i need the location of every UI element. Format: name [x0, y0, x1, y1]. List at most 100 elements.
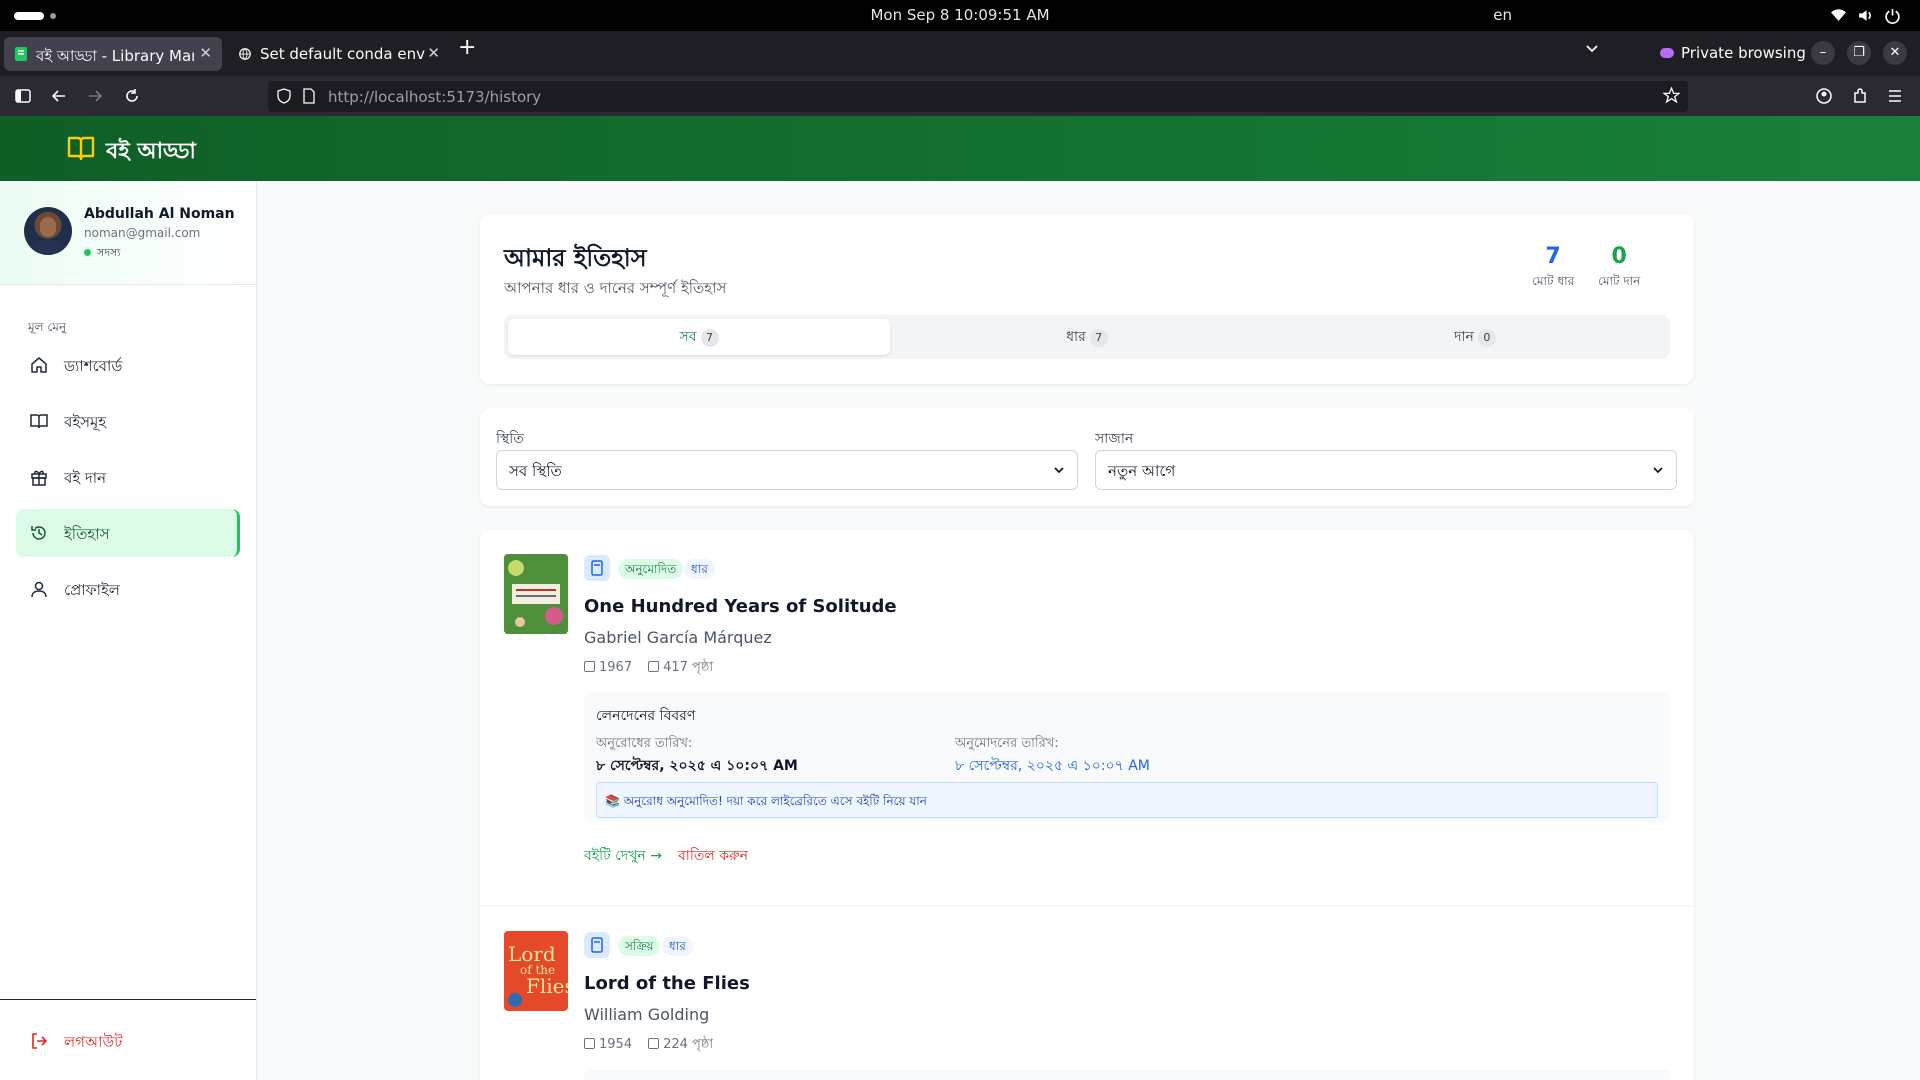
filter-card: স্থিতি সব স্থিতি সাজান নতুন আগে	[480, 408, 1694, 506]
reload-icon[interactable]	[123, 87, 141, 105]
calendar-icon	[584, 661, 595, 672]
history-item: অনুমোদিত ধার One Hundred Years of Solitu…	[480, 530, 1694, 906]
page-title: আমার ইতিহাস	[504, 244, 647, 272]
book-cover[interactable]: Lord of the Flies	[504, 931, 568, 1011]
sort-label: সাজান	[1095, 431, 1134, 447]
back-icon[interactable]	[50, 87, 68, 105]
cancel-button[interactable]: বাতিল করুন	[678, 844, 748, 868]
book-year: 1967	[599, 660, 633, 675]
menu-title: মূল মেনু	[28, 320, 67, 334]
tab-count-badge: 7	[700, 329, 719, 347]
wifi-icon[interactable]	[1830, 7, 1847, 24]
account-icon[interactable]	[1815, 87, 1833, 105]
list-all-tabs-icon[interactable]	[1585, 42, 1599, 56]
url-path: :5173/history	[441, 88, 542, 106]
tab-label: সব	[679, 329, 697, 345]
sidebar-item-history[interactable]: ইতিহাস	[16, 509, 240, 557]
history-tabs: সব 7 ধার 7 দান 0	[504, 315, 1670, 359]
view-book-link[interactable]: বইটি দেখুন →	[584, 844, 662, 868]
home-icon	[31, 357, 47, 373]
history-icon	[31, 526, 46, 540]
restore-icon[interactable]: ❐	[1847, 41, 1871, 65]
new-tab-icon[interactable]: +	[458, 35, 476, 60]
tab-all[interactable]: সব 7	[508, 319, 890, 355]
url-bar[interactable]: http://localhost:5173/history	[268, 81, 1688, 112]
status-filter-select[interactable]: সব স্থিতি	[496, 450, 1078, 490]
online-dot-icon	[84, 249, 91, 256]
user-email: noman@gmail.com	[84, 226, 201, 240]
cover-title-line: Flies	[526, 974, 568, 998]
type-badge: ধার	[684, 559, 715, 579]
power-icon[interactable]	[1884, 7, 1901, 24]
transaction-details: লেনদেনের বিবরণ অনুরোধের তারিখ: ৮ সেপ্টেম…	[584, 692, 1670, 822]
sidebar-item-label: প্রোফাইল	[64, 581, 120, 599]
status-badge: সক্রিয়	[618, 936, 661, 956]
stat-donate-label: মোট দান	[1598, 274, 1641, 288]
page-icon[interactable]	[302, 88, 316, 104]
shield-icon[interactable]	[276, 88, 292, 104]
minimize-icon[interactable]: –	[1811, 41, 1835, 65]
forward-icon[interactable]	[86, 87, 104, 105]
request-date: ৮ সেপ্টেম্বর, ২০২৫ এ ১০:০৭ AM	[596, 758, 798, 774]
tab-count-badge: 0	[1477, 329, 1496, 347]
book-title[interactable]: Lord of the Flies	[584, 973, 750, 994]
sidebar-item-label: বইসমূহ	[64, 413, 107, 431]
sort-select[interactable]: নতুন আগে	[1095, 450, 1677, 490]
book-meta: 1954 224 পৃষ্ঠা	[584, 1035, 713, 1056]
tab-label: দান	[1454, 329, 1474, 345]
stat-borrow-count: 7	[1545, 244, 1561, 269]
sidebar-toggle-icon[interactable]	[14, 87, 32, 105]
cover-title-line: Lord	[508, 942, 556, 966]
book-meta: 1967 417 পৃষ্ঠা	[584, 658, 713, 679]
borrow-type-icon	[584, 555, 610, 581]
book-logo-icon	[67, 136, 95, 161]
os-clock[interactable]: Mon Sep 8 10:09:51 AM	[0, 6, 1920, 24]
approval-note: 📚 অনুরোধ অনুমোদিত! দয়া করে লাইব্রেরিতে …	[596, 782, 1658, 818]
url-host: http://localhost	[328, 88, 442, 106]
borrow-type-icon	[584, 932, 610, 958]
close-tab-icon[interactable]: ✕	[199, 44, 212, 62]
history-header-card: আমার ইতিহাস আপনার ধার ও দানের সম্পূর্ণ ই…	[480, 214, 1694, 384]
sidebar-item-books[interactable]: বইসমূহ	[16, 397, 240, 445]
book-cover[interactable]	[504, 554, 568, 634]
tab-title: Set default conda env	[260, 45, 425, 63]
private-mask-icon	[1660, 48, 1674, 58]
tab-count-badge: 7	[1089, 329, 1108, 347]
menu-icon[interactable]	[1886, 87, 1904, 105]
cover-art-icon	[504, 554, 568, 634]
history-item: Lord of the Flies সক্রিয় ধার Lord of th…	[480, 906, 1694, 1080]
bookmark-star-icon[interactable]	[1663, 87, 1680, 104]
extensions-icon[interactable]	[1851, 87, 1869, 105]
logout-label: লগআউট	[64, 1033, 123, 1051]
sidebar: Abdullah Al Noman noman@gmail.com সদস্য …	[0, 181, 257, 1080]
book-title[interactable]: One Hundred Years of Solitude	[584, 596, 897, 617]
approve-date-label: অনুমোদনের তারিখ:	[955, 736, 1059, 751]
tab-donate[interactable]: দান 0	[1284, 319, 1666, 355]
sidebar-item-profile[interactable]: প্রোফাইল	[16, 565, 240, 613]
user-icon	[31, 581, 47, 598]
sidebar-item-dashboard[interactable]: ড্যাশবোর্ড	[16, 341, 240, 389]
divider	[0, 999, 256, 1000]
transaction-title: লেনদেনের বিবরণ	[596, 708, 696, 724]
os-top-bar: Mon Sep 8 10:09:51 AM en	[0, 0, 1920, 31]
stat-borrow-label: মোট ধার	[1532, 274, 1575, 288]
logout-button[interactable]: লগআউট	[16, 1021, 240, 1061]
chevron-down-icon	[1653, 467, 1663, 474]
page-subtitle: আপনার ধার ও দানের সম্পূর্ণ ইতিহাস	[504, 279, 727, 297]
volume-icon[interactable]	[1857, 7, 1874, 24]
close-tab-icon[interactable]: ✕	[427, 44, 440, 62]
sidebar-item-label: বই দান	[64, 469, 107, 487]
close-window-icon[interactable]: ✕	[1883, 41, 1907, 65]
tab-borrow[interactable]: ধার 7	[896, 319, 1278, 355]
browser-tab-active[interactable]: বই আড্ডা - Library Manage ✕	[4, 37, 222, 71]
keyboard-language[interactable]: en	[1493, 6, 1512, 24]
sort-value: নতুন আগে	[1108, 462, 1176, 480]
pages-icon	[648, 1038, 660, 1049]
logout-icon	[32, 1033, 48, 1049]
browser-tab[interactable]: Set default conda env ✕	[228, 37, 450, 71]
book-author: William Golding	[584, 1005, 710, 1024]
cover-emblem-icon	[508, 993, 522, 1007]
approve-date: ৮ সেপ্টেম্বর, ২০২৫ এ ১০:০৭ AM	[955, 758, 1150, 774]
sidebar-item-label: ইতিহাস	[64, 525, 110, 543]
sidebar-item-donate[interactable]: বই দান	[16, 453, 240, 501]
